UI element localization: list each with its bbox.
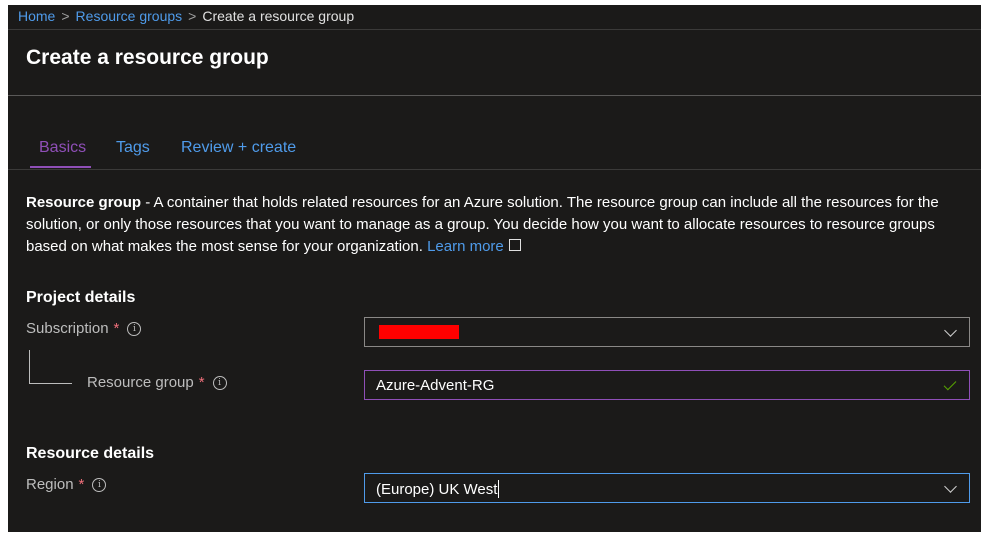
breadcrumb-separator: > bbox=[188, 8, 197, 24]
subscription-select[interactable] bbox=[364, 317, 970, 347]
required-marker: * bbox=[113, 320, 120, 337]
chevron-down-icon[interactable] bbox=[944, 480, 957, 493]
required-marker: * bbox=[78, 476, 85, 493]
project-details-title: Project details bbox=[26, 289, 136, 306]
breadcrumb-separator: > bbox=[61, 8, 70, 24]
region-value[interactable]: (Europe) UK West bbox=[376, 480, 500, 498]
divider bbox=[8, 169, 981, 170]
resource-details-title: Resource details bbox=[26, 445, 155, 462]
divider bbox=[8, 29, 981, 30]
resource-group-label: Resource group * i bbox=[87, 374, 227, 391]
breadcrumb-home[interactable]: Home bbox=[18, 8, 55, 24]
active-tab-indicator bbox=[30, 166, 91, 168]
tree-connector bbox=[29, 383, 72, 384]
checkmark-icon bbox=[943, 377, 957, 391]
resource-group-input[interactable]: Azure-Advent-RG bbox=[364, 370, 970, 400]
portal-frame: Home > Resource groups > Create a resource g… bbox=[8, 5, 981, 532]
text-caret bbox=[498, 480, 500, 498]
resource-group-value[interactable]: Azure-Advent-RG bbox=[376, 377, 494, 394]
breadcrumb: Home > Resource groups > Create a resource g… bbox=[18, 8, 354, 24]
description-term: Resource group bbox=[26, 194, 142, 211]
tab-basics[interactable]: Basics bbox=[39, 139, 86, 157]
description: Resource group - A container that holds … bbox=[26, 192, 971, 258]
info-icon[interactable]: i bbox=[212, 375, 227, 390]
learn-more-link[interactable]: Learn more bbox=[427, 238, 504, 255]
tree-connector bbox=[29, 350, 30, 383]
subscription-label: Subscription * i bbox=[26, 320, 142, 337]
breadcrumb-resource-groups[interactable]: Resource groups bbox=[76, 8, 183, 24]
required-marker: * bbox=[198, 374, 205, 391]
divider bbox=[8, 95, 981, 96]
region-label: Region * i bbox=[26, 476, 107, 493]
info-icon[interactable]: i bbox=[92, 477, 107, 492]
info-icon[interactable]: i bbox=[127, 321, 142, 336]
subscription-label-text: Subscription bbox=[26, 320, 109, 337]
chevron-down-icon[interactable] bbox=[944, 324, 957, 337]
tab-review-create[interactable]: Review + create bbox=[181, 139, 296, 157]
redacted-subscription-value bbox=[379, 325, 459, 339]
tab-tags[interactable]: Tags bbox=[116, 139, 150, 157]
external-link-icon[interactable] bbox=[508, 238, 522, 251]
page-title: Create a resource group bbox=[26, 46, 269, 69]
breadcrumb-current: Create a resource group bbox=[202, 8, 355, 24]
resource-group-label-text: Resource group bbox=[87, 374, 194, 391]
region-value-text: (Europe) UK West bbox=[376, 481, 498, 498]
region-label-text: Region bbox=[26, 476, 74, 493]
region-select[interactable]: (Europe) UK West bbox=[364, 473, 970, 503]
